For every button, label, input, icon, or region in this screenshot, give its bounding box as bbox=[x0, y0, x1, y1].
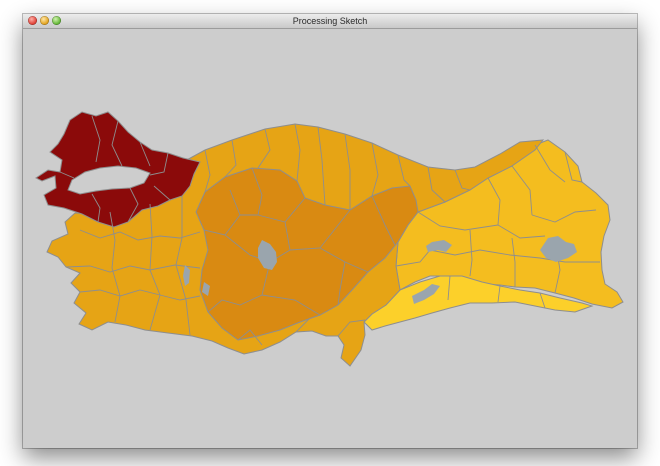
window-title: Processing Sketch bbox=[292, 16, 368, 26]
title-bar[interactable]: Processing Sketch bbox=[23, 14, 637, 29]
processing-sketch-window: Processing Sketch bbox=[23, 14, 637, 448]
turkey-province-map bbox=[35, 111, 624, 367]
